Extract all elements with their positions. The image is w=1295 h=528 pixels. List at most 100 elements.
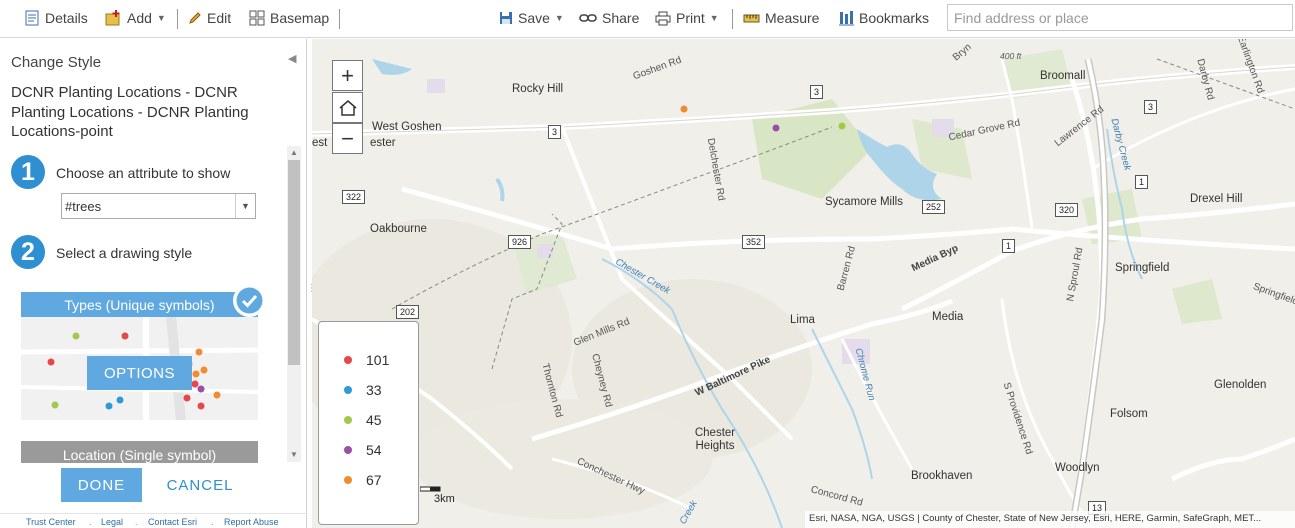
chevron-down-icon[interactable]: ▼ [235,194,255,218]
cancel-button[interactable]: CANCEL [160,468,240,502]
place-label-fragment: ester [370,137,396,149]
style-card-types[interactable]: Types (Unique symbols) OPTIONS [21,292,258,420]
measure-label: Measure [765,10,820,26]
place-label: Springfield [1115,262,1170,274]
step-1-badge: 1 [11,155,45,189]
trust-center-link[interactable]: Trust Center [26,517,76,527]
place-label: Chester Heights [694,427,736,452]
save-button[interactable]: Save ▼ [499,8,564,28]
legend-swatch [344,476,352,484]
map-attribution: Esri, NASA, NGA, USGS | County of Cheste… [805,511,1295,528]
route-shield: 252 [922,200,946,214]
legend-label: 33 [366,382,382,398]
basemap-label: Basemap [270,10,330,26]
legend-label: 54 [366,442,382,458]
basemap-button[interactable]: Basemap [249,8,329,28]
legend-swatch [344,386,352,394]
chevron-down-icon: ▼ [709,13,719,23]
report-abuse-link[interactable]: Report Abuse [224,517,279,527]
map-point[interactable] [772,124,780,132]
scroll-down-icon[interactable]: ▼ [287,448,301,460]
details-icon [25,10,39,26]
map-point[interactable] [838,122,846,130]
place-label: West Goshen [372,121,442,133]
legend-label: 101 [366,352,390,368]
done-button[interactable]: DONE [61,468,142,502]
legend-swatch [344,416,352,424]
route-shield: 1 [1002,239,1016,253]
print-button[interactable]: Print ▼ [655,8,719,28]
map-legend: 101 33 45 54 67 [318,321,419,525]
scroll-thumb[interactable] [288,160,300,365]
save-icon [500,12,512,24]
scroll-up-icon[interactable]: ▲ [287,146,301,158]
layer-name: DCNR Planting Locations - DCNR Planting … [11,84,249,140]
add-icon [105,10,120,26]
place-label: Glenolden [1214,379,1267,391]
zoom-out-icon: − [341,125,354,151]
contact-esri-link[interactable]: Contact Esri [148,517,197,527]
share-button[interactable]: Share [579,8,639,28]
legend-label: 67 [366,472,382,488]
route-shield: 322 [342,190,366,204]
style-card-types-label: Types (Unique symbols) [21,292,258,317]
add-button[interactable]: Add ▼ [105,8,166,28]
place-label: Folsom [1110,408,1148,420]
toolbar-divider [732,9,733,29]
place-label: Broomall [1040,70,1086,82]
place-label: Drexel Hill [1190,193,1243,205]
bookmarks-button[interactable]: Bookmarks [838,8,929,28]
attribute-select-value: #trees [65,198,102,214]
share-label: Share [602,10,640,26]
route-shield: 352 [742,235,766,249]
chevron-down-icon: ▼ [554,13,564,23]
toolbar: Details Add ▼ Edit Basemap Save ▼ Share Pr… [0,0,1295,38]
zoom-in-button[interactable]: + [332,60,363,91]
attribute-select[interactable]: #trees ▼ [61,193,256,219]
style-card-location-label: Location (Single symbol) [62,447,217,463]
footer-separator: . [89,517,92,527]
details-button[interactable]: Details [24,8,88,28]
legend-swatch [344,356,352,364]
legend-swatch [344,446,352,454]
collapse-arrow-icon[interactable]: ◀ [288,52,296,65]
legend-item: 67 [344,471,382,489]
selected-badge [233,284,266,317]
options-button[interactable]: OPTIONS [87,356,192,390]
step-2-badge: 2 [11,235,45,269]
search-input[interactable] [947,4,1293,31]
measure-button[interactable]: Measure [743,8,819,28]
toolbar-divider [177,9,178,29]
legal-link[interactable]: Legal [101,517,123,527]
edit-button[interactable]: Edit [188,8,231,28]
route-shield: 3 [548,125,562,139]
print-icon [655,11,671,25]
add-label: Add [127,10,152,26]
style-card-location[interactable]: Location (Single symbol) [21,441,258,463]
elevation-label: 400 ft [1000,51,1022,61]
print-label: Print [676,10,705,26]
legend-item: 101 [344,351,389,369]
scale-label: 3km [434,493,455,505]
map-view[interactable]: Rocky Hill West Goshen Broomall Sycamore… [312,39,1295,528]
place-label: Oakbourne [370,223,427,235]
panel-scrollbar[interactable]: ▲ ▼ [287,146,301,462]
place-label: Lima [790,314,815,326]
basemap-icon [249,10,265,26]
panel-title: Change Style [11,54,102,71]
footer-separator: . [135,517,138,527]
map-point[interactable] [680,105,688,113]
route-shield: 3 [1144,100,1158,114]
route-shield: 3 [810,85,824,99]
home-icon [339,99,356,116]
place-label-fragment: est [312,137,328,149]
legend-item: 45 [344,411,382,429]
home-button[interactable] [332,92,363,123]
checkmark-icon [236,287,263,314]
chevron-down-icon: ▼ [156,13,166,23]
toolbar-divider [339,9,340,29]
app-window: Details Add ▼ Edit Basemap Save ▼ Share Pr… [0,0,1295,528]
details-label: Details [45,10,88,26]
zoom-out-button[interactable]: − [332,123,363,154]
place-label: Brookhaven [911,470,973,482]
